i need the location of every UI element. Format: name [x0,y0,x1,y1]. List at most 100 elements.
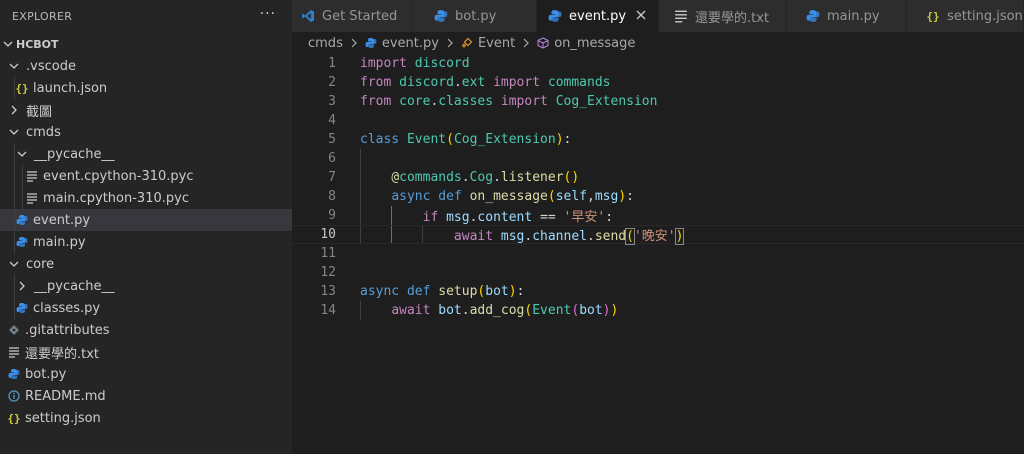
tab-label: bot.py [455,8,497,24]
tree-item-readme-md[interactable]: README.md [0,385,292,407]
tree-item-setting-json[interactable]: {} setting.json [0,407,292,429]
tree-item-core-folder[interactable]: core [0,253,292,275]
tree-item-event-py[interactable]: event.py [0,209,292,231]
python-icon [365,37,377,49]
tree-item-label: HCBOT [16,37,59,51]
python-icon [14,236,30,248]
code-text: from core.classes import Cog_Extension [360,94,658,109]
breadcrumb-class[interactable]: Event [478,36,515,51]
line-number: 3 [328,94,336,109]
code-line-current: 10 await msg.channel.send('晚安') [292,225,1024,245]
tree-item-core-pycache-folder[interactable]: __pycache__ [0,275,292,297]
indent-guide [14,297,15,319]
code-line: 11 [292,244,1024,263]
indent-guide [14,231,15,253]
chevron-right-icon [445,38,455,48]
tree-item-screenshots-folder[interactable]: 截圖 [0,99,292,121]
method-icon [537,37,549,49]
tree-root-hcbot[interactable]: HCBOT [0,33,292,55]
chevron-right-icon [6,104,22,116]
code-line: 3 from core.classes import Cog_Extension [292,92,1024,111]
tree-item-label: __pycache__ [34,146,115,162]
tree-item-event-pyc[interactable]: event.cpython-310.pyc [0,165,292,187]
tree-item-label: setting.json [25,410,101,426]
explorer-title: EXPLORER [12,9,73,23]
chevron-down-icon [6,258,22,270]
line-number: 5 [328,132,336,147]
code-text: from discord.ext import commands [360,75,611,90]
tab-todo-txt[interactable]: 還要學的.txt [659,0,787,32]
tree-item-label: cmds [26,124,61,140]
python-icon [433,9,449,23]
code-text: if msg.content == '早安': [422,210,614,225]
line-number: 6 [328,151,336,166]
tree-item-pycache-folder[interactable]: __pycache__ [0,143,292,165]
close-icon[interactable] [634,8,648,22]
indent-guide [14,209,15,231]
tree-item-label: core [26,256,55,272]
code-line: 5 class Event(Cog_Extension): [292,130,1024,149]
indent-guide [14,77,15,99]
lines-icon [6,346,22,358]
line-number: 11 [320,246,336,261]
line-number: 7 [328,170,336,185]
tree-item-label: main.cpython-310.pyc [43,190,189,206]
python-icon [6,368,22,380]
python-icon [14,302,30,314]
tree-item-main-py[interactable]: main.py [0,231,292,253]
tab-main-py[interactable]: main.py [787,0,907,32]
breadcrumb-method[interactable]: on_message [554,36,635,51]
tree-item-label: .vscode [26,58,76,74]
tree-item-label: event.py [33,212,91,228]
tree-item-vscode-folder[interactable]: .vscode [0,55,292,77]
tree-item-main-pyc[interactable]: main.cpython-310.pyc [0,187,292,209]
breadcrumb-file[interactable]: event.py [382,36,439,51]
code-line: 7 @commands.Cog.listener() [292,168,1024,187]
line-number: 10 [320,227,336,242]
tree-item-gitattributes[interactable]: .gitattributes [0,319,292,341]
tree-item-label: classes.py [33,300,101,316]
chevron-down-icon [14,148,30,160]
code-text: async def on_message(self,msg): [391,189,634,204]
code-line: 9 if msg.content == '早安': [292,206,1024,225]
json-icon: {} [926,9,940,23]
code-line: 1 import discord [292,54,1024,73]
code-line: 4 [292,111,1024,130]
tree-item-todo-txt[interactable]: 還要學的.txt [0,341,292,363]
code-line: 12 [292,263,1024,282]
tree-item-classes-py[interactable]: classes.py [0,297,292,319]
indent-guide [14,187,15,209]
code-text: async def setup(bot): [360,284,525,299]
line-number: 12 [320,265,336,280]
code-editor[interactable]: 1 import discord 2 from discord.ext impo… [292,54,1024,454]
tab-bot-py[interactable]: bot.py [413,0,537,32]
editor-tabs: Get Started bot.py event.py 還要學的.txt mai… [292,0,1024,32]
line-number: 14 [320,303,336,318]
code-text: await msg.channel.send('晚安') [453,228,685,245]
more-actions-icon[interactable]: ··· [260,6,276,22]
code-text: class Event(Cog_Extension): [360,132,572,147]
tree-item-launch-json[interactable]: {} launch.json [0,77,292,99]
indent-guide [360,149,361,168]
explorer-header: EXPLORER ··· [0,0,292,32]
tree-item-bot-py[interactable]: bot.py [0,363,292,385]
indent-guide [14,165,15,187]
python-icon [547,9,563,23]
lines-icon [673,9,689,23]
tab-setting-json[interactable]: {} setting.json [907,0,1024,32]
code-text: @commands.Cog.listener() [391,170,580,185]
indent-guide [14,143,15,165]
breadcrumb: cmds event.py Event on_message [292,32,1024,54]
breadcrumb-folder[interactable]: cmds [308,36,343,51]
chevron-right-icon [14,280,30,292]
tab-get-started[interactable]: Get Started [292,0,413,32]
explorer-sidebar: EXPLORER ··· HCBOT .vscode {} launch.jso… [0,0,292,454]
indent-guide [14,275,15,297]
tab-event-py[interactable]: event.py [537,0,659,32]
indent-guide [22,187,23,209]
tab-label: 還要學的.txt [695,10,770,26]
chevron-right-icon [521,38,531,48]
code-text: await bot.add_cog(Event(bot)) [391,303,619,318]
tree-item-cmds-folder[interactable]: cmds [0,121,292,143]
tree-item-label: README.md [25,388,106,404]
